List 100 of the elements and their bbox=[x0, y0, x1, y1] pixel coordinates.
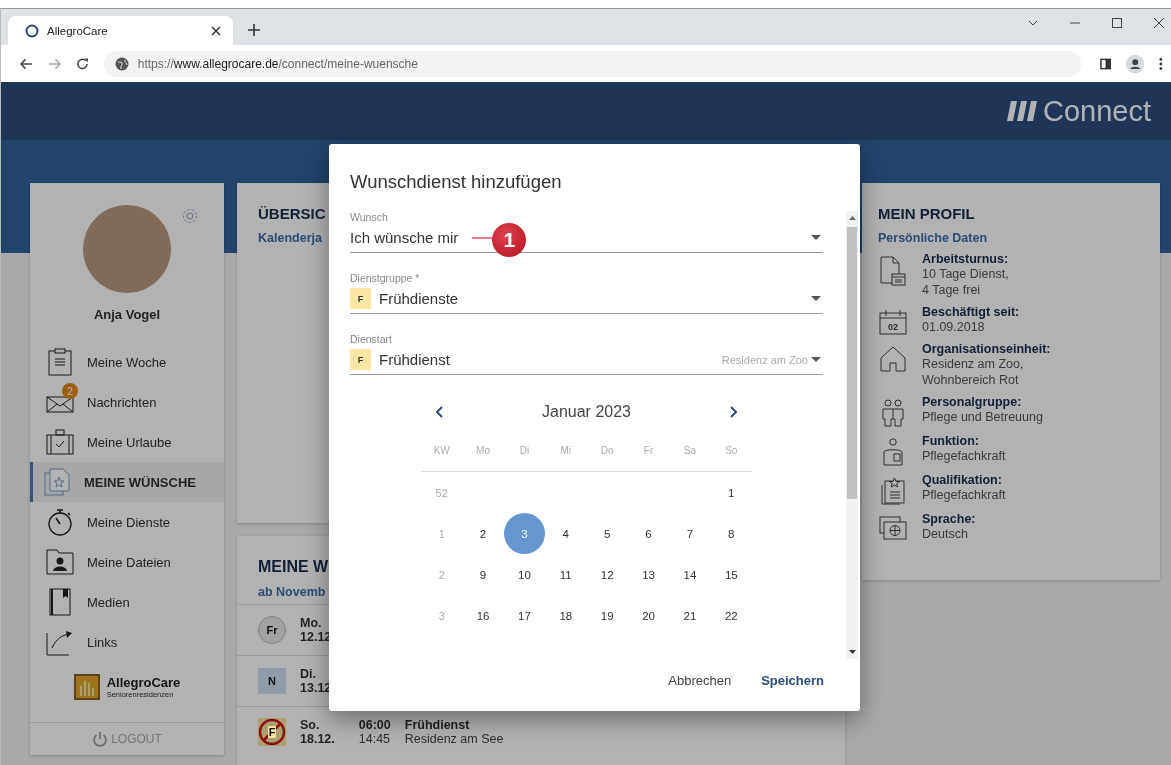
start-time: 06:00 bbox=[358, 718, 391, 732]
app-name: Connect bbox=[1043, 94, 1151, 128]
calendar-day[interactable]: 21 bbox=[669, 595, 711, 636]
field-value: Wohnbereich Rot bbox=[922, 372, 1020, 388]
calendar-day[interactable]: 7 bbox=[669, 513, 711, 554]
nav-item[interactable]: Meine Dateien bbox=[30, 542, 224, 582]
field-value: 10 Tage Dienst, bbox=[922, 266, 1009, 282]
weekday-label: So bbox=[725, 445, 738, 456]
field-label: Organisationseinheit: bbox=[922, 342, 1051, 356]
tab-title: AllegroCare bbox=[47, 24, 108, 37]
calendar-day[interactable]: 9 bbox=[462, 554, 504, 595]
save-button[interactable]: Speichern bbox=[749, 667, 836, 694]
weekday-label: Mo bbox=[476, 445, 490, 456]
field-label: Dienstgruppe * bbox=[350, 272, 421, 284]
scrollbar[interactable] bbox=[846, 211, 858, 659]
globe-icon bbox=[114, 56, 129, 71]
calendar-day[interactable]: 20 bbox=[628, 595, 670, 636]
calendar-day[interactable]: 8 bbox=[710, 513, 752, 554]
field-value: Pflegefachkraft bbox=[922, 487, 1006, 503]
calendar-day[interactable]: 4 bbox=[545, 513, 587, 554]
browser-tab[interactable]: AllegroCare bbox=[8, 16, 233, 45]
dropdown-caret-icon bbox=[811, 357, 821, 362]
weekday-label: Mi bbox=[560, 445, 572, 456]
calendar-day[interactable]: 18 bbox=[545, 595, 587, 636]
field-label: Beschäftigt seit: bbox=[922, 305, 1020, 319]
menu-icon[interactable] bbox=[1159, 56, 1163, 71]
field-label: Wunsch bbox=[350, 211, 389, 223]
chevron-right-icon[interactable] bbox=[730, 406, 738, 418]
select-field[interactable]: Ich wünsche mir 1 bbox=[350, 223, 823, 253]
new-tab-icon[interactable] bbox=[248, 24, 260, 36]
calendar-day[interactable]: 13 bbox=[628, 554, 670, 595]
field-value: Deutsch bbox=[922, 526, 969, 542]
close-icon[interactable] bbox=[211, 25, 221, 36]
person-folder-icon bbox=[46, 549, 74, 575]
cancelled-shift-badge: F bbox=[258, 718, 286, 746]
leader-line bbox=[472, 236, 493, 239]
calendar-day[interactable]: 11 bbox=[545, 554, 587, 595]
select-field[interactable]: F Frühdienst Residenz am Zoo bbox=[350, 345, 823, 375]
close-icon[interactable] bbox=[1154, 18, 1164, 28]
shift-location: Residenz am See bbox=[404, 732, 504, 746]
nav-item[interactable]: 2 Nachrichten bbox=[30, 382, 224, 422]
nav-item[interactable]: Links bbox=[30, 622, 224, 662]
side-panel-icon[interactable] bbox=[1099, 57, 1111, 70]
nav-item[interactable]: MEINE WÜNSCHE bbox=[30, 462, 224, 502]
cancel-button[interactable]: Abbrechen bbox=[656, 667, 744, 694]
calendar-day[interactable]: 22 bbox=[710, 595, 752, 636]
maximize-icon[interactable] bbox=[1112, 18, 1122, 28]
field-value: Pflege und Betreuung bbox=[922, 409, 1043, 425]
field-value: 4 Tage frei bbox=[922, 282, 982, 298]
back-arrow-icon[interactable] bbox=[20, 57, 33, 70]
count-badge: 2 bbox=[62, 383, 78, 399]
month-label: Januar 2023 bbox=[542, 403, 631, 421]
address-field[interactable]: https://www.allegrocare.de/connect/meine-wuensche bbox=[103, 50, 1081, 77]
calendar-day[interactable]: 12 bbox=[586, 554, 628, 595]
card-subtitle: Persönliche Daten bbox=[878, 231, 988, 245]
card-subtitle: Kalenderja bbox=[258, 231, 322, 245]
nav-item[interactable]: Meine Urlaube bbox=[30, 422, 224, 462]
shift-name: Frühdienst bbox=[404, 718, 471, 732]
field-label: Personalgruppe: bbox=[922, 395, 1023, 409]
scroll-up-icon[interactable] bbox=[848, 216, 856, 220]
week-number: 2 bbox=[438, 568, 445, 581]
calendar-day[interactable]: 17 bbox=[503, 595, 545, 636]
calendar-day[interactable]: 14 bbox=[669, 554, 711, 595]
nav-item[interactable]: Medien bbox=[30, 582, 224, 622]
callout-marker: 1 bbox=[492, 222, 527, 257]
field-label: Funktion: bbox=[922, 434, 980, 448]
calendar-day[interactable]: 2 bbox=[462, 513, 504, 554]
select-field[interactable]: F Frühdienste bbox=[350, 284, 823, 314]
date-label: 18.12. bbox=[300, 732, 335, 746]
nav-item[interactable]: Meine Dienste bbox=[30, 502, 224, 542]
scroll-down-icon[interactable] bbox=[848, 650, 856, 654]
chevron-left-icon[interactable] bbox=[435, 406, 443, 418]
calendar-day[interactable]: 6 bbox=[628, 513, 670, 554]
dropdown-caret-icon bbox=[811, 235, 821, 240]
profile-icon[interactable] bbox=[1125, 53, 1145, 74]
week-number: 1 bbox=[438, 527, 445, 540]
field-label: Qualifikation: bbox=[922, 473, 1003, 487]
weekday-label: KW bbox=[433, 445, 450, 456]
calendar-day[interactable]: 1 bbox=[710, 472, 752, 513]
nav-item[interactable]: Meine Woche bbox=[30, 342, 224, 382]
stopwatch-icon bbox=[47, 508, 73, 536]
person-badge-icon bbox=[881, 438, 905, 466]
shift-badge: F bbox=[350, 349, 371, 370]
calendar-day[interactable]: 15 bbox=[710, 554, 752, 595]
week-number: 52 bbox=[435, 486, 448, 499]
day-label: So. bbox=[300, 718, 321, 732]
power-icon bbox=[92, 731, 109, 747]
star-document-icon bbox=[44, 468, 70, 496]
calendar-day[interactable]: 16 bbox=[462, 595, 504, 636]
calendar-icon: 02 bbox=[879, 309, 907, 335]
field-value: Residenz am Zoo, bbox=[922, 356, 1025, 372]
calendar-day[interactable]: 10 bbox=[503, 554, 545, 595]
card-title: ÜBERSIC bbox=[258, 205, 326, 222]
weekday-label: Do bbox=[600, 445, 614, 456]
reload-icon[interactable] bbox=[75, 56, 89, 71]
chevron-down-icon[interactable] bbox=[1028, 20, 1038, 26]
calendar-day[interactable]: 19 bbox=[586, 595, 628, 636]
ring-icon bbox=[25, 23, 39, 38]
brand-name: AllegroCare bbox=[106, 675, 181, 690]
calendar-day[interactable]: 5 bbox=[586, 513, 628, 554]
